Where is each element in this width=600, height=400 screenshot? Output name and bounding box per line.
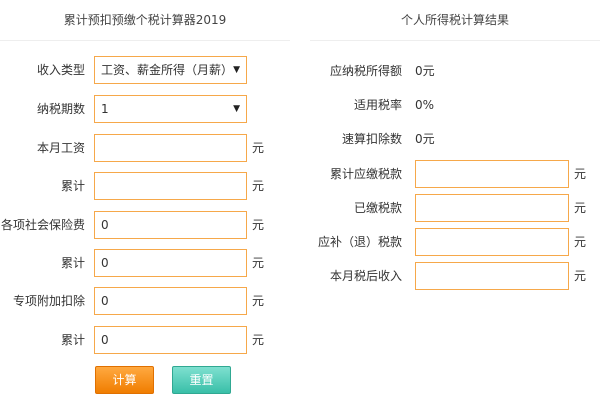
deduction-cumulative-input[interactable]: [94, 326, 247, 354]
tax-paid-unit: 元: [574, 201, 587, 215]
deduction-cumulative-row: 累计 元: [0, 326, 300, 354]
quick-deduction-label: 速算扣除数: [341, 132, 402, 146]
calculator-title: 累计预扣预缴个税计算器2019: [0, 0, 290, 41]
quick-deduction-value: 0元: [415, 132, 435, 146]
special-deduction-row: 专项附加扣除 元: [0, 287, 300, 315]
cumulative-tax-due-label: 累计应缴税款: [329, 167, 402, 181]
tax-refund-field[interactable]: [415, 228, 569, 256]
taxable-income-row: 应纳税所得额 0元: [0, 57, 600, 85]
tax-rate-value: 0%: [415, 98, 435, 112]
special-deduction-unit: 元: [252, 294, 265, 308]
special-deduction-input[interactable]: [94, 287, 247, 315]
tax-rate-label: 适用税率: [353, 98, 402, 112]
taxable-income-value: 0元: [415, 64, 435, 78]
after-tax-income-field[interactable]: [415, 262, 569, 290]
special-deduction-label: 专项附加扣除: [12, 294, 85, 308]
tax-paid-field[interactable]: [415, 194, 569, 222]
tax-rate-row: 适用税率 0%: [0, 91, 600, 119]
after-tax-income-label: 本月税后收入: [329, 269, 402, 283]
tax-paid-row: 已缴税款 元: [0, 194, 600, 222]
deduction-cumulative-label: 累计: [60, 333, 85, 347]
tax-refund-unit: 元: [574, 235, 587, 249]
tax-refund-label: 应补（退）税款: [317, 235, 402, 249]
tax-refund-row: 应补（退）税款 元: [0, 228, 600, 256]
cumulative-tax-due-field[interactable]: [415, 160, 569, 188]
results-title: 个人所得税计算结果: [310, 0, 600, 41]
quick-deduction-row: 速算扣除数 0元: [0, 125, 600, 153]
tax-paid-label: 已缴税款: [353, 201, 402, 215]
taxable-income-label: 应纳税所得额: [329, 64, 402, 78]
after-tax-income-unit: 元: [574, 269, 587, 283]
calculate-button[interactable]: 计算: [95, 366, 154, 394]
reset-button[interactable]: 重置: [172, 366, 231, 394]
deduction-cumulative-unit: 元: [252, 333, 265, 347]
after-tax-income-row: 本月税后收入 元: [0, 262, 600, 290]
cumulative-tax-due-unit: 元: [574, 167, 587, 181]
cumulative-tax-due-row: 累计应缴税款 元: [0, 160, 600, 188]
